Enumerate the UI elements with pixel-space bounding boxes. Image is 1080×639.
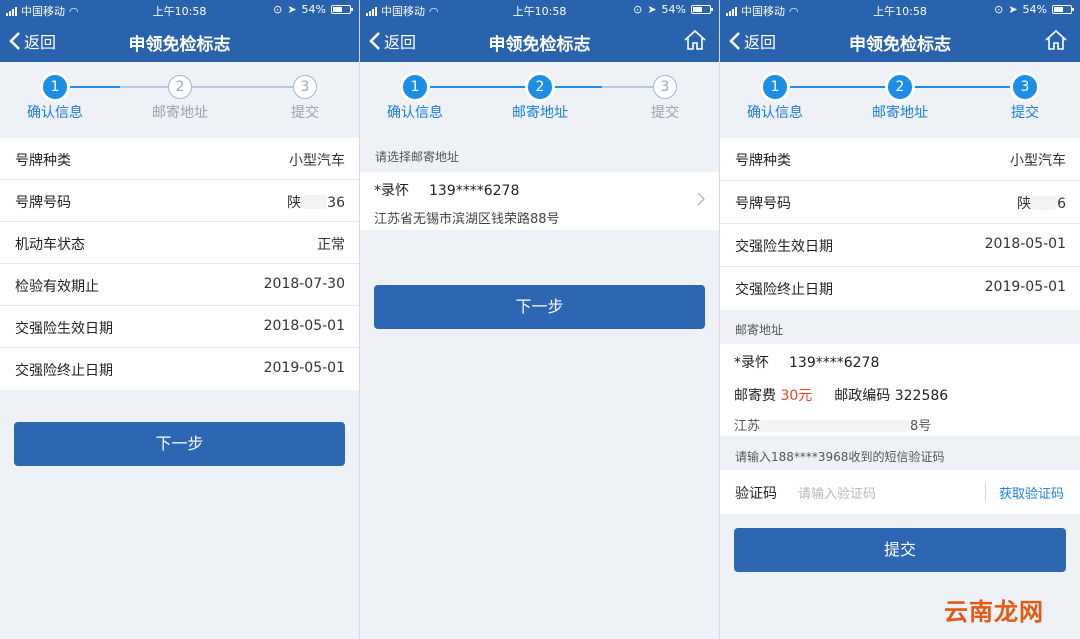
step-progress: 1 确认信息 2 邮寄地址 3 提交 [0, 62, 359, 138]
lock-rotation-icon: ⊙ [994, 3, 1004, 16]
get-code-button[interactable]: 获取验证码 [999, 483, 1064, 502]
screen-confirm-info: 中国移动 ◠ 上午10:58 ⊙ ➤ 54% 返回 申领免检标志 1 确认信息 2 邮寄地… [0, 0, 359, 639]
fee-label: 邮寄费 [734, 388, 776, 404]
redacted-mark [1031, 196, 1058, 210]
screen-submit: 中国移动 ◠ 上午10:58 ⊙ ➤ 54% 返回 申领免检标志 1 确认信息 2 邮寄地… [720, 0, 1080, 639]
recipient-name: *录怀 [374, 183, 409, 199]
location-icon: ➤ [647, 3, 657, 16]
info-row-vehicle-status: 机动车状态 正常 [0, 222, 359, 264]
recipient-phone: 139****6278 [429, 183, 520, 199]
step-3: 3 提交 [255, 75, 355, 122]
next-button[interactable]: 下一步 [374, 285, 705, 329]
battery-percent: 54% [1022, 3, 1047, 16]
postcode-label: 邮政编码 [834, 388, 891, 404]
verification-row: 验证码 请输入验证码 获取验证码 [720, 470, 1080, 514]
info-row-insurance-start: 交强险生效日期 2018-05-01 [0, 306, 359, 348]
page-title: 申领免检标志 [128, 35, 231, 55]
chevron-right-icon [697, 192, 705, 206]
step-progress: 1 确认信息 2 邮寄地址 3 提交 [720, 62, 1080, 138]
recipient-address: 江苏省无锡市滨湖区钱荣路88号 [374, 212, 560, 227]
nav-bar: 返回 申领免检标志 [720, 20, 1080, 62]
address-prefix: 江苏 [734, 419, 761, 434]
page-title: 申领免检标志 [488, 35, 591, 55]
status-bar: 中国移动 ◠ 上午10:58 ⊙ ➤ 54% [360, 0, 719, 20]
battery-percent: 54% [661, 3, 686, 16]
step-3: 3 提交 [975, 75, 1075, 122]
info-row-plate-type: 号牌种类 小型汽车 [720, 138, 1080, 181]
vehicle-info-list: 号牌种类 小型汽车 号牌号码陕 6 交强险生效日期 2018-05-01 交强险终止日… [720, 138, 1080, 310]
screen-mail-address: 中国移动 ◠ 上午10:58 ⊙ ➤ 54% 返回 申领免检标志 1 确认信息 2 邮寄地… [360, 0, 719, 639]
info-row-plate-number: 号牌号码陕 6 [720, 181, 1080, 224]
recipient-phone: 139****6278 [789, 355, 880, 371]
status-bar: 中国移动 ◠ 上午10:58 ⊙ ➤ 54% [0, 0, 359, 20]
next-button[interactable]: 下一步 [14, 422, 345, 466]
recipient-name: *录怀 [734, 355, 769, 371]
sms-hint: 请输入188****3968收到的短信验证码 [735, 450, 945, 464]
step-1: 1 确认信息 [5, 75, 105, 122]
postcode-value: 322586 [894, 388, 949, 404]
vehicle-info-list: 号牌种类 小型汽车 号牌号码陕 36 机动车状态 正常 检验有效期止 2018-07-3… [0, 138, 359, 390]
watermark-logo: 云南龙网 [944, 598, 1044, 626]
battery-percent: 54% [301, 3, 326, 16]
lock-rotation-icon: ⊙ [273, 3, 283, 16]
submit-button[interactable]: 提交 [734, 528, 1066, 572]
info-row-insurance-end: 交强险终止日期 2019-05-01 [735, 279, 1066, 298]
redacted-mark [760, 420, 911, 432]
info-row-insurance-end: 交强险终止日期 2019-05-01 [15, 360, 345, 379]
location-icon: ➤ [287, 3, 297, 16]
mail-address-card: *录怀 139****6278 邮寄费 30元 邮政编码 322586 江苏 8号 [720, 344, 1080, 436]
step-3: 3 提交 [615, 75, 715, 122]
info-row-plate-number: 号牌号码陕 36 [0, 180, 359, 222]
step-2: 2 邮寄地址 [850, 75, 950, 122]
address-hint: 请选择邮寄地址 [375, 150, 460, 164]
step-1: 1 确认信息 [725, 75, 825, 122]
step-progress: 1 确认信息 2 邮寄地址 3 提交 [360, 62, 719, 138]
redacted-mark [301, 195, 328, 209]
address-suffix: 8号 [910, 419, 932, 434]
step-1: 1 确认信息 [365, 75, 465, 122]
fee-value: 30元 [780, 388, 813, 404]
page-title: 申领免检标志 [849, 35, 951, 55]
home-icon[interactable] [683, 28, 707, 52]
mail-section-header: 邮寄地址 [735, 323, 784, 337]
home-icon[interactable] [1044, 28, 1068, 52]
info-row-plate-type: 号牌种类 小型汽车 [0, 138, 359, 180]
step-2: 2 邮寄地址 [490, 75, 590, 122]
code-input[interactable]: 请输入验证码 [798, 483, 876, 502]
battery-icon [331, 5, 353, 14]
battery-icon [691, 5, 713, 14]
location-icon: ➤ [1008, 3, 1018, 16]
code-label: 验证码 [735, 486, 777, 502]
lock-rotation-icon: ⊙ [633, 3, 643, 16]
address-item[interactable]: *录怀 139****6278 江苏省无锡市滨湖区钱荣路88号 [360, 172, 719, 230]
info-row-inspection-expiry: 检验有效期止 2018-07-30 [0, 264, 359, 306]
step-2: 2 邮寄地址 [130, 75, 230, 122]
nav-bar: 返回 申领免检标志 [360, 20, 719, 62]
info-row-insurance-start: 交强险生效日期 2018-05-01 [720, 224, 1080, 267]
battery-icon [1052, 5, 1074, 14]
status-bar: 中国移动 ◠ 上午10:58 ⊙ ➤ 54% [720, 0, 1080, 20]
nav-bar: 返回 申领免检标志 [0, 20, 359, 62]
